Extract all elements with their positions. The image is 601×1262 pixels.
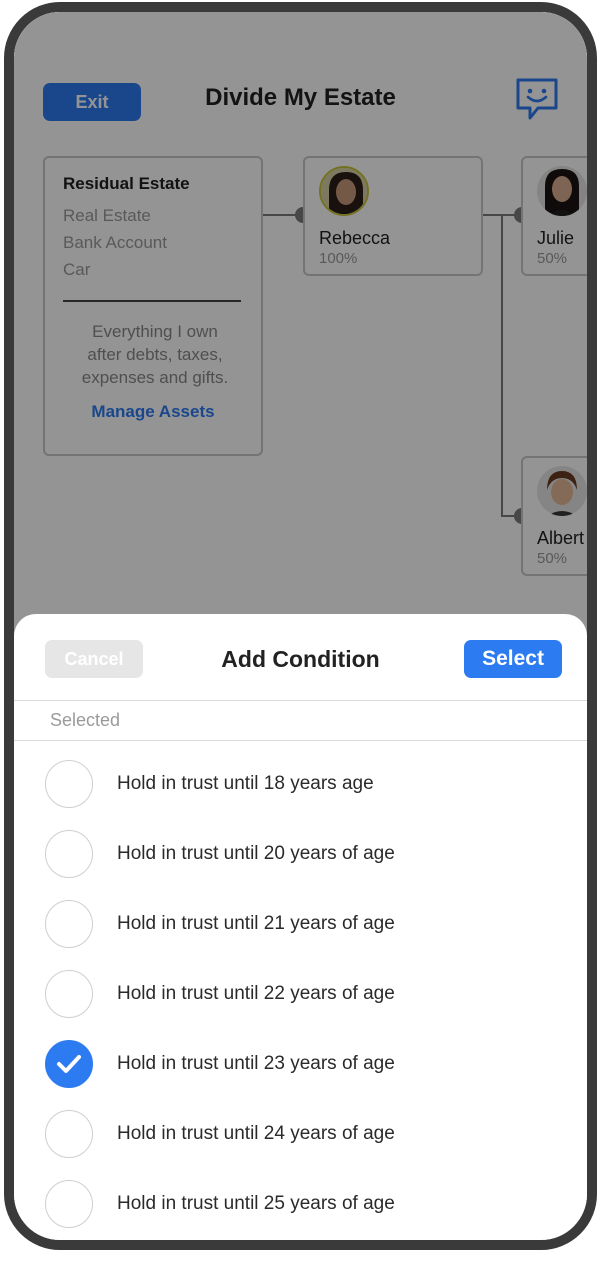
condition-option-label: Hold in trust until 18 years age [117,773,374,794]
condition-option-label: Hold in trust until 21 years of age [117,913,395,934]
radio-button[interactable] [45,760,93,808]
condition-option[interactable]: Hold in trust until 23 years of age [45,1040,565,1092]
radio-button[interactable] [45,1110,93,1158]
condition-option[interactable]: Hold in trust until 21 years of age [45,900,565,952]
radio-button-checked[interactable] [45,1040,93,1088]
checkmark-icon [57,1055,81,1073]
condition-option-label: Hold in trust until 23 years of age [117,1053,395,1074]
condition-option[interactable]: Hold in trust until 22 years of age [45,970,565,1022]
divider [14,700,587,701]
condition-option-label: Hold in trust until 20 years of age [117,843,395,864]
condition-option-label: Hold in trust until 22 years of age [117,983,395,1004]
add-condition-sheet: Cancel Add Condition Select Selected Hol… [14,614,587,1240]
radio-button[interactable] [45,1180,93,1228]
cancel-button[interactable]: Cancel [45,640,143,678]
condition-option[interactable]: Hold in trust until 25 years of age [45,1180,565,1232]
condition-option[interactable]: Hold in trust until 24 years of age [45,1110,565,1162]
selected-section-label: Selected [50,710,121,730]
condition-option-label: Hold in trust until 24 years of age [117,1123,395,1144]
phone-frame: Exit Divide My Estate Residual Estate Re… [4,2,597,1250]
radio-button[interactable] [45,970,93,1018]
screen: Exit Divide My Estate Residual Estate Re… [14,12,587,1240]
condition-option-label: Hold in trust until 25 years of age [117,1193,395,1214]
radio-button[interactable] [45,830,93,878]
select-button[interactable]: Select [464,640,562,678]
condition-option[interactable]: Hold in trust until 20 years of age [45,830,565,882]
divider [14,740,587,741]
radio-button[interactable] [45,900,93,948]
sheet-title: Add Condition [221,646,380,672]
condition-option[interactable]: Hold in trust until 18 years age [45,760,565,812]
